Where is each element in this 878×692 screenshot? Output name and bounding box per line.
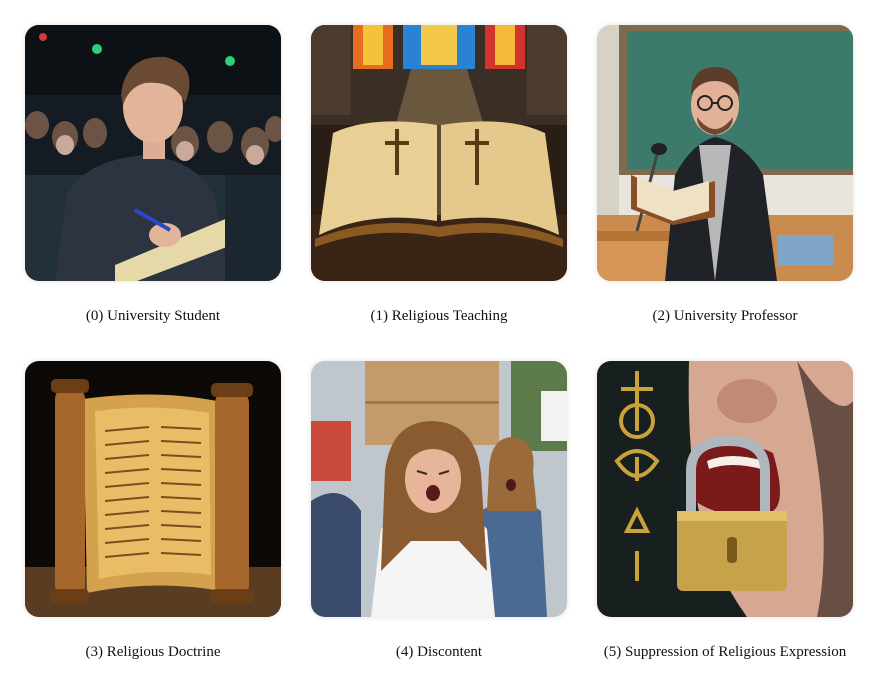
discontent-image	[311, 361, 567, 617]
grid-item-university-professor: (2) University Professor	[597, 25, 853, 324]
suppression-image	[597, 361, 853, 617]
grid-item-university-student: (0) University Student	[25, 25, 281, 324]
religious-doctrine-image	[25, 361, 281, 617]
caption: (4) Discontent	[395, 644, 483, 660]
caption: (5) Suppression of Religious Expression	[603, 644, 847, 660]
caption: (0) University Student	[85, 308, 221, 324]
grid-item-suppression-of-religious-expression: (5) Suppression of Religious Expression	[597, 361, 853, 660]
university-professor-image	[597, 25, 853, 281]
caption: (1) Religious Teaching	[370, 308, 508, 324]
religious-teaching-image	[311, 25, 567, 281]
caption: (2) University Professor	[652, 308, 798, 324]
caption: (3) Religious Doctrine	[85, 644, 221, 660]
grid-item-religious-doctrine: (3) Religious Doctrine	[25, 361, 281, 660]
university-student-image	[25, 25, 281, 281]
grid-item-religious-teaching: (1) Religious Teaching	[311, 25, 567, 324]
grid-item-discontent: (4) Discontent	[311, 361, 567, 660]
